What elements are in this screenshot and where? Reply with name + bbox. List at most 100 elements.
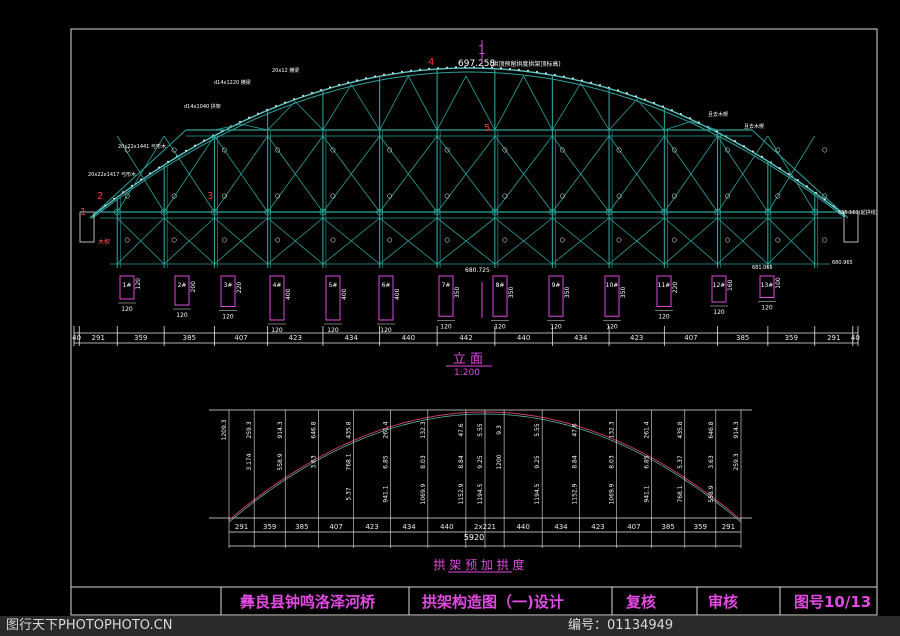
pier-label: 1# [123,282,132,289]
camber-value: 259.3 [246,421,253,438]
arch-edge-dot [257,112,259,115]
camber-value: 1152.9 [458,483,465,504]
project-name: 彝良县钟鸣洛泽河桥 [240,593,376,611]
dim-label: 40 [72,334,81,342]
web-diagonal [408,75,438,131]
node-marker [222,237,227,243]
top-elevation-note: (拱顶预留拱度拱架顶标高) [490,60,561,68]
pier-label: 4# [273,282,282,289]
camber-dim-label: 434 [402,523,416,531]
arch-edge-dot [635,95,637,98]
watermark-site: 图行天下PHOTOPHOTO.CN [6,618,173,633]
camber-value: 3.63 [311,455,318,469]
camber-value: 768.1 [677,485,684,502]
web-diagonal [608,99,638,131]
pier-label: 5# [329,282,338,289]
camber-value: 261.4 [382,421,389,438]
node-marker [444,237,450,243]
camber-value: 435.8 [346,421,353,438]
camber-dim-label: 359 [694,523,707,531]
camber-value: 9.25 [534,455,541,469]
arch-edge-dot [752,150,754,153]
pier-outline [711,275,727,303]
camber-value: 5.37 [346,487,353,501]
camber-title: 拱 架 预 加 拱 度 [433,557,524,572]
approve-label: 审核 [708,593,738,611]
node-marker [775,237,781,243]
arch-edge-dot [824,198,826,201]
dim-label: 385 [183,334,196,342]
arch-edge-dot [590,81,592,84]
arch-edge-dot [653,101,655,104]
camber-value: 941.1 [382,485,389,502]
camber-dim-label: 385 [295,523,308,531]
arch-edge-dot [527,69,529,72]
dim-label: 440 [402,334,415,342]
camber-value: 8.03 [608,455,615,469]
pier-width: 120 [271,327,283,334]
node-marker [502,193,508,199]
camber-value: 47.6 [458,423,465,437]
dim-label: 359 [134,334,147,342]
pier-height: 120 [135,278,142,290]
camber-value: 3.63 [708,455,715,469]
left-label-2: 20x22x1441 弓形木 [118,143,166,150]
node-marker [725,237,730,243]
pier-outline [174,275,190,306]
right-label-1: 且去木楔 [744,123,764,130]
pier-height: 400 [394,288,401,300]
camber-value: 1200 [496,454,503,469]
pier-label: 8# [496,282,505,289]
web-diagonal [240,123,268,131]
camber-dim-label: 423 [591,523,604,531]
camber-value: 8.84 [572,455,579,469]
node-marker [822,237,828,243]
arch-edge-dot [437,67,439,69]
arch-edge-dot [671,109,673,111]
node-marker [502,237,508,243]
camber-value: 1209.3 [221,419,228,440]
camber-value: 1194.5 [477,483,484,504]
arch-edge-dot [338,83,340,86]
camber-total: 5920 [464,533,484,542]
arch-edge-dot [743,145,745,147]
arch-edge-dot [644,98,646,101]
node-marker [444,147,450,153]
pier-width: 120 [606,323,618,330]
pier-height: 350 [508,286,515,298]
bridge-drawing: 40 291 359 385 407 423 434 440 442 440 434 423 407 38… [70,28,878,616]
camber-dim-label: 423 [365,523,378,531]
right-end-strut [751,129,849,219]
arch-edge-dot [680,113,682,115]
arch-edge-dot [608,86,610,89]
web-diagonal [465,75,496,131]
pier-label: 3# [224,282,233,289]
right-low-elevation: 680.965 [832,260,853,266]
camber-value: 9.25 [477,455,484,469]
pier-height: 350 [454,286,461,298]
arch-edge-dot [455,66,457,69]
arch-edge-dot [302,94,304,97]
arch-edge-dot [428,67,430,70]
callout-5: 5 [484,123,490,134]
mid-elevation: 680.725 [465,267,490,274]
dim-label: 442 [459,334,472,342]
camber-dim-label: 440 [440,523,453,531]
camber-value: 5.55 [477,423,484,437]
camber-value: 914.3 [277,421,284,438]
pier-height: 350 [620,286,627,298]
camber-dim-label: 291 [722,523,735,531]
camber-dim-label: 407 [627,523,640,531]
arch-edge-dot [545,72,547,75]
arch-edge-dot [185,149,187,152]
arch-edge-dot [347,81,349,84]
node-marker [387,237,393,243]
camber-dim-label: 291 [235,523,248,531]
arch-edge-dot [581,79,583,82]
web-diagonal [267,101,296,131]
arch-edge-dot [392,72,394,74]
pier-label: 7# [442,282,451,289]
arch-edge-dot [374,75,376,78]
left-label-0: 木楔 [98,238,110,246]
camber-value: 558.9 [277,453,284,470]
